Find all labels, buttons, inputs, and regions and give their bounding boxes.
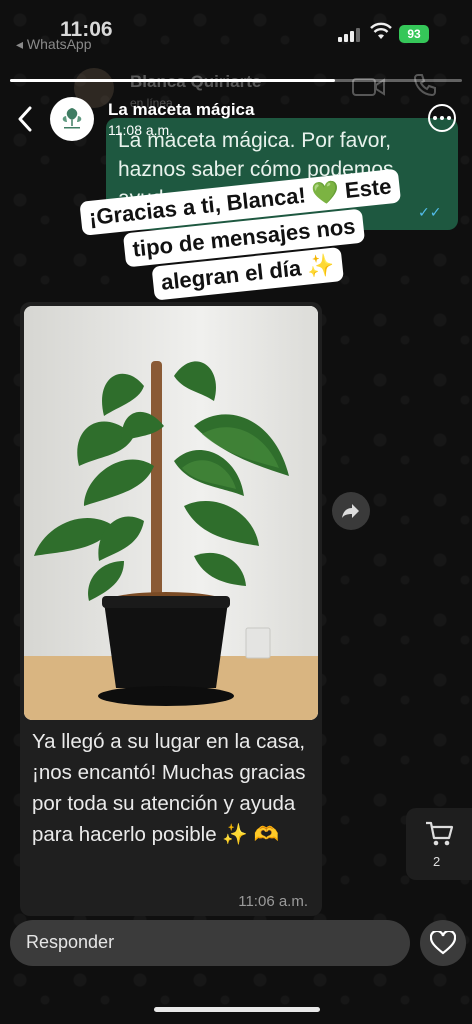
battery-icon: 93 — [399, 25, 429, 43]
phone-call-icon — [413, 74, 436, 97]
like-button[interactable] — [420, 920, 466, 966]
signal-icon — [338, 26, 362, 42]
home-indicator — [154, 1007, 320, 1012]
back-to-app-link[interactable]: ◂ WhatsApp — [16, 36, 92, 53]
wifi-icon — [370, 22, 392, 39]
forward-button[interactable] — [332, 492, 370, 530]
story-progress-fill — [10, 79, 336, 82]
status-bar: 11:06 ◂ WhatsApp 93 — [0, 0, 472, 56]
heart-icon — [430, 931, 456, 955]
image-message-bubble[interactable]: Ya llegó a su lugar en la casa, ¡nos enc… — [20, 302, 322, 916]
story-progress-bar — [10, 79, 462, 82]
plant-logo-icon — [62, 108, 82, 129]
cart-button[interactable]: 2 — [406, 808, 472, 880]
plant-photo[interactable] — [24, 306, 318, 720]
reply-input[interactable]: Responder — [10, 920, 410, 966]
forward-icon — [342, 504, 359, 518]
message-caption: Ya llegó a su lugar en la casa, ¡nos enc… — [32, 730, 306, 846]
cart-icon — [426, 821, 454, 846]
contact-name: Blanca Quiriarte — [130, 72, 261, 92]
cart-count-badge: 2 — [433, 854, 441, 869]
reply-placeholder: Responder — [26, 932, 115, 952]
business-avatar[interactable] — [50, 97, 94, 141]
plant-image — [24, 306, 318, 720]
business-name: La maceta mágica — [108, 100, 255, 119]
more-options-button[interactable] — [428, 104, 456, 132]
story-time: 11:08 a.m. — [108, 122, 174, 138]
dot-icon — [433, 116, 437, 120]
back-arrow-icon[interactable] — [14, 104, 38, 134]
message-time: 11:06 a.m. — [238, 893, 308, 910]
dot-icon — [440, 116, 444, 120]
dot-icon — [447, 116, 451, 120]
